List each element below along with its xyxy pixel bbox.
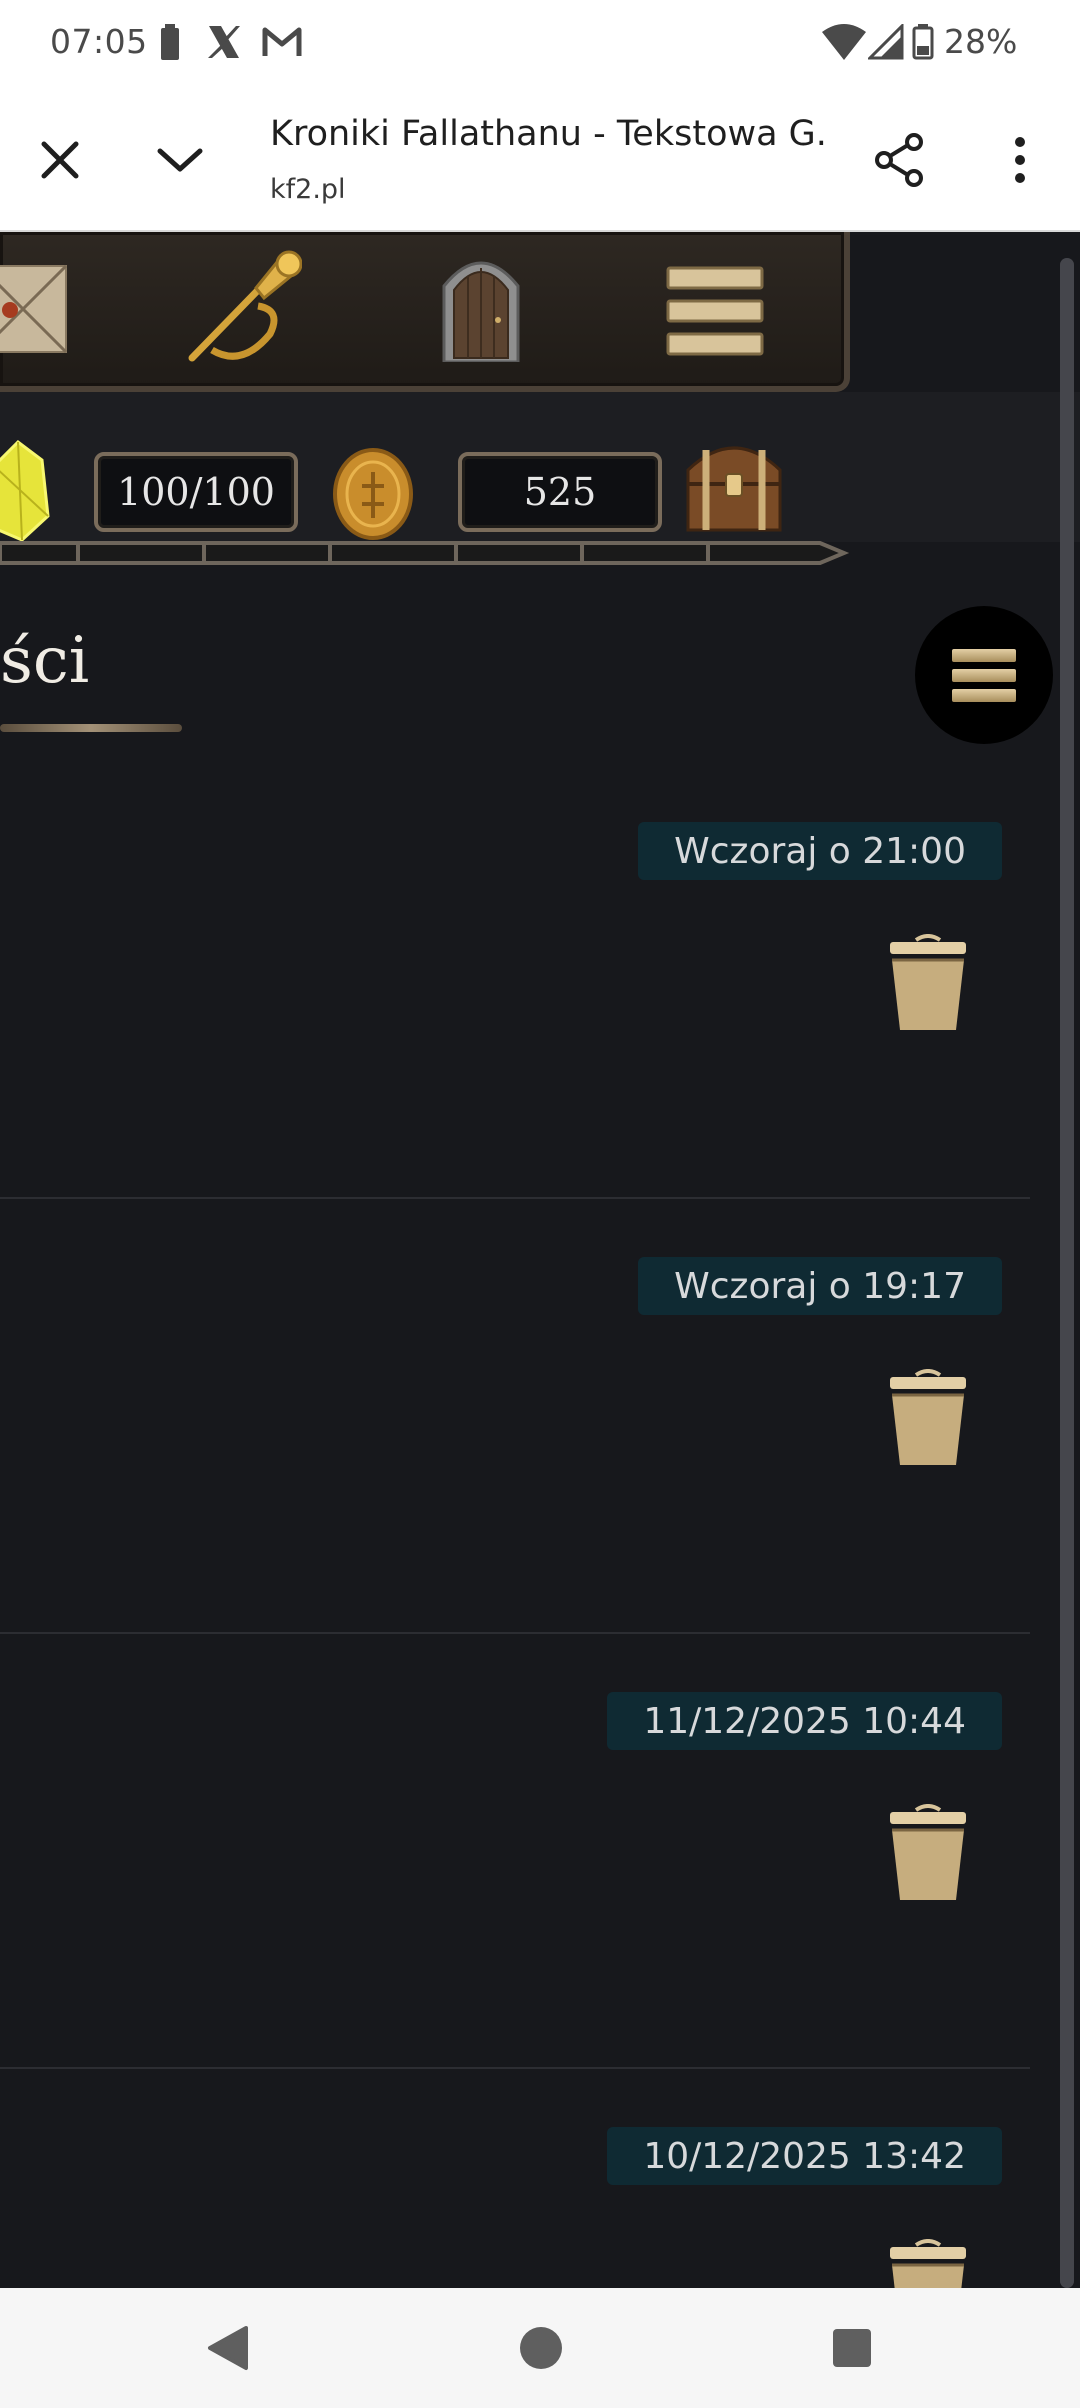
message-date: 10/12/2025 13:42 (607, 2127, 1002, 2185)
browser-toolbar: Kroniki Fallathanu - Tekstowa G... kf2.p… (0, 88, 1080, 232)
home-icon[interactable] (519, 2324, 563, 2376)
share-icon[interactable] (863, 124, 935, 196)
side-menu-button[interactable] (915, 606, 1053, 744)
battery-percent: 28% (944, 22, 1018, 61)
battery-icon (160, 24, 180, 64)
trash-icon[interactable] (888, 2239, 968, 2288)
game-top-nav (0, 232, 850, 392)
menu-bars-icon[interactable] (666, 266, 764, 360)
message-item[interactable]: 10/12/2025 13:42 (0, 2069, 1030, 2288)
trash-icon[interactable] (888, 1804, 968, 1904)
game-viewport: 100/100 525 ści Wczoraj o 21:00 Wczoraj … (0, 232, 1080, 2288)
letter-icon[interactable] (0, 260, 70, 360)
message-date: Wczoraj o 19:17 (638, 1257, 1002, 1315)
close-icon[interactable] (24, 124, 96, 196)
page-url: kf2.pl (270, 174, 346, 205)
signal-icon (866, 22, 904, 64)
message-date: 11/12/2025 10:44 (607, 1692, 1002, 1750)
section-heading: ści (0, 624, 90, 698)
door-icon[interactable] (438, 246, 524, 366)
wifi-icon (822, 24, 866, 64)
chevron-down-icon[interactable] (144, 124, 216, 196)
messages-panel: ści Wczoraj o 21:00 Wczoraj o 19:17 11/1… (0, 584, 1060, 2288)
message-item[interactable]: Wczoraj o 19:17 (0, 1199, 1030, 1634)
stats-row: 100/100 525 (0, 392, 1080, 542)
treasure-chest-icon[interactable] (682, 430, 786, 542)
x-twitter-icon (206, 24, 242, 64)
trash-icon[interactable] (888, 934, 968, 1034)
status-bar: 07:05 28% (0, 0, 1080, 88)
more-vert-icon[interactable] (984, 124, 1056, 196)
recents-icon[interactable] (830, 2324, 874, 2376)
message-item[interactable]: Wczoraj o 21:00 (0, 764, 1030, 1199)
crystal-icon (0, 436, 54, 550)
horn-icon[interactable] (182, 250, 303, 374)
system-nav-bar (0, 2288, 1080, 2408)
experience-bar (0, 538, 850, 568)
trash-icon[interactable] (888, 1369, 968, 1469)
page-title: Kroniki Fallathanu - Tekstowa G... (270, 114, 830, 154)
heading-underline (0, 724, 182, 732)
scrollbar-thumb[interactable] (1060, 258, 1074, 2288)
energy-value: 100/100 (94, 452, 298, 532)
message-date: Wczoraj o 21:00 (638, 822, 1002, 880)
status-time: 07:05 (50, 22, 148, 61)
gold-coin-icon (332, 448, 414, 544)
battery-outline-icon (912, 24, 934, 64)
gold-value: 525 (458, 452, 662, 532)
message-item[interactable]: 11/12/2025 10:44 (0, 1634, 1030, 2069)
back-icon[interactable] (206, 2324, 250, 2376)
gmail-icon (262, 24, 302, 64)
